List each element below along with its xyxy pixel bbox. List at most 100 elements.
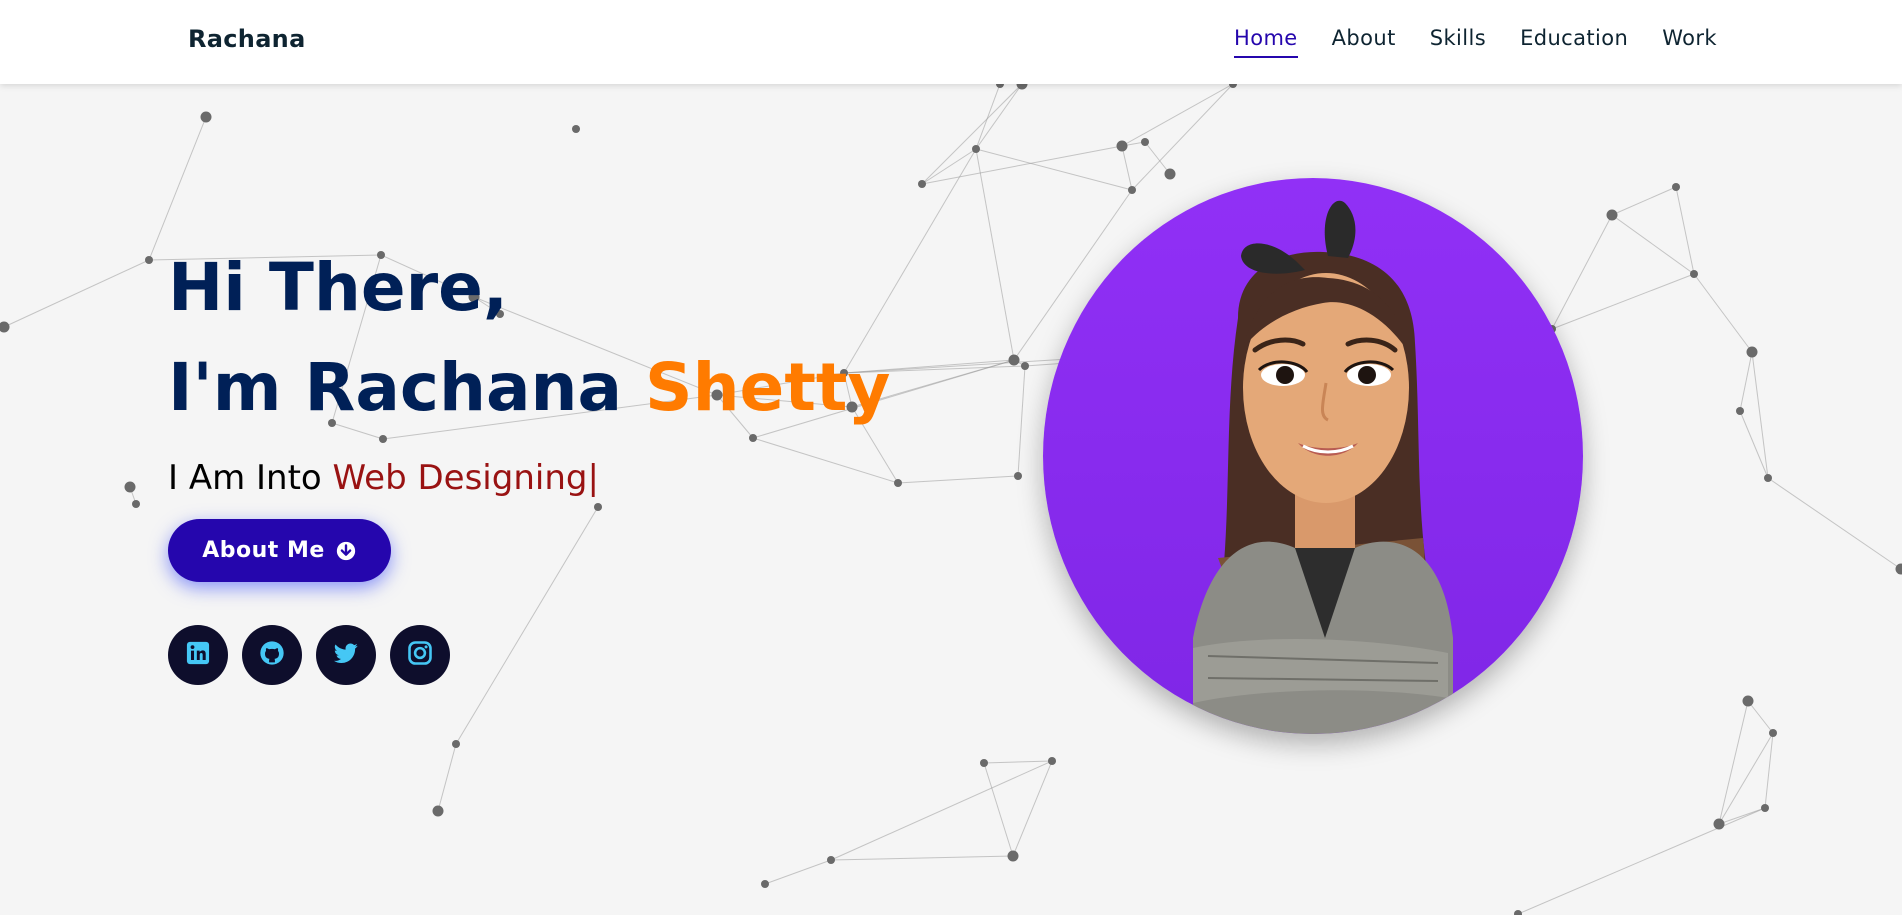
network-link [1718,700,1749,825]
network-node [972,145,980,153]
network-node [1606,209,1618,221]
about-me-button[interactable]: About Me [168,519,391,582]
instagram-icon [406,639,434,671]
network-link [1517,807,1766,915]
network-link [455,506,599,745]
network-link [983,762,1014,857]
network-link [437,743,457,812]
twitter-icon [332,639,360,671]
network-node [1514,910,1522,915]
network-node [1116,140,1128,152]
network-link [1017,365,1026,477]
network-node [1746,346,1758,358]
network-link [975,84,1001,150]
network-link [983,760,1053,764]
nav-about[interactable]: About [1332,26,1396,58]
network-node [1164,168,1176,180]
network-link [1121,145,1133,191]
network-link [1739,351,1753,412]
nav-links: Home About Skills Education Work [1234,26,1717,58]
github-link[interactable] [242,625,302,685]
network-node [1742,695,1754,707]
network-node [996,84,1004,88]
network-link [1611,186,1677,216]
network-node [761,880,769,888]
network-node [1014,472,1022,480]
network-link [1551,273,1695,330]
network-node [1713,818,1725,830]
network-link [830,760,1053,861]
network-node [1021,362,1029,370]
network-node [1128,186,1136,194]
network-node [145,256,153,264]
network-link [1551,214,1613,330]
network-link [975,148,1015,361]
network-link [1121,84,1234,147]
nav-work[interactable]: Work [1662,26,1717,58]
network-link [975,84,1023,150]
brand-logo[interactable]: Rachana [188,25,306,53]
network-link [830,855,1014,861]
network-node [918,180,926,188]
network-node [1736,407,1744,415]
network-link [1675,186,1695,275]
network-node [1895,563,1902,575]
network-link [3,259,150,328]
network-node [1690,270,1698,278]
network-node [572,125,580,133]
hero-surname: Shetty [645,349,891,426]
hero-first-name: I'm Rachana [168,349,623,426]
nav-skills[interactable]: Skills [1430,26,1486,58]
typing-cursor: | [587,458,599,498]
network-node [594,503,602,511]
network-node [894,479,902,487]
network-node [0,321,10,333]
network-link [1693,273,1753,353]
network-link [1611,214,1695,275]
network-node [827,856,835,864]
network-link [1767,477,1902,570]
network-node [1141,138,1149,146]
network-link [764,859,832,885]
instagram-link[interactable] [390,625,450,685]
network-link [897,475,1019,484]
nav-home[interactable]: Home [1234,26,1298,58]
network-link [1718,807,1766,825]
network-link [1131,84,1234,191]
hero-greeting: Hi There, [168,249,508,326]
network-node [1007,850,1019,862]
network-node [1008,354,1020,366]
linkedin-icon [184,639,212,671]
network-node [1764,474,1772,482]
profile-avatar [1043,178,1583,734]
network-node [132,500,140,508]
typing-text: Web Designing [332,458,588,498]
hero-name: I'm Rachana Shetty [168,338,890,438]
twitter-link[interactable] [316,625,376,685]
network-node [124,481,136,493]
network-node [1048,757,1056,765]
network-link [1144,141,1171,175]
network-link [1747,700,1774,734]
network-node [1761,804,1769,812]
social-links [168,625,450,685]
hero-text: Hi There, I'm Rachana Shetty I Am Into W… [168,238,890,498]
github-icon [258,639,286,671]
about-me-label: About Me [202,538,325,563]
particle-network-background [0,84,1902,915]
network-link [1012,760,1053,857]
network-link [921,84,1023,185]
arrow-circle-down-icon [335,540,357,562]
network-node [980,759,988,767]
network-node [432,805,444,817]
network-node [1769,729,1777,737]
network-node [200,111,212,123]
avatar-illustration [1193,200,1453,734]
typing-line: I Am Into Web Designing| [168,458,890,498]
navbar: Rachana Home About Skills Education Work [0,0,1902,84]
nav-education[interactable]: Education [1520,26,1628,58]
linkedin-link[interactable] [168,625,228,685]
network-node [452,740,460,748]
network-node [1672,183,1680,191]
typing-prefix: I Am Into [168,458,322,498]
